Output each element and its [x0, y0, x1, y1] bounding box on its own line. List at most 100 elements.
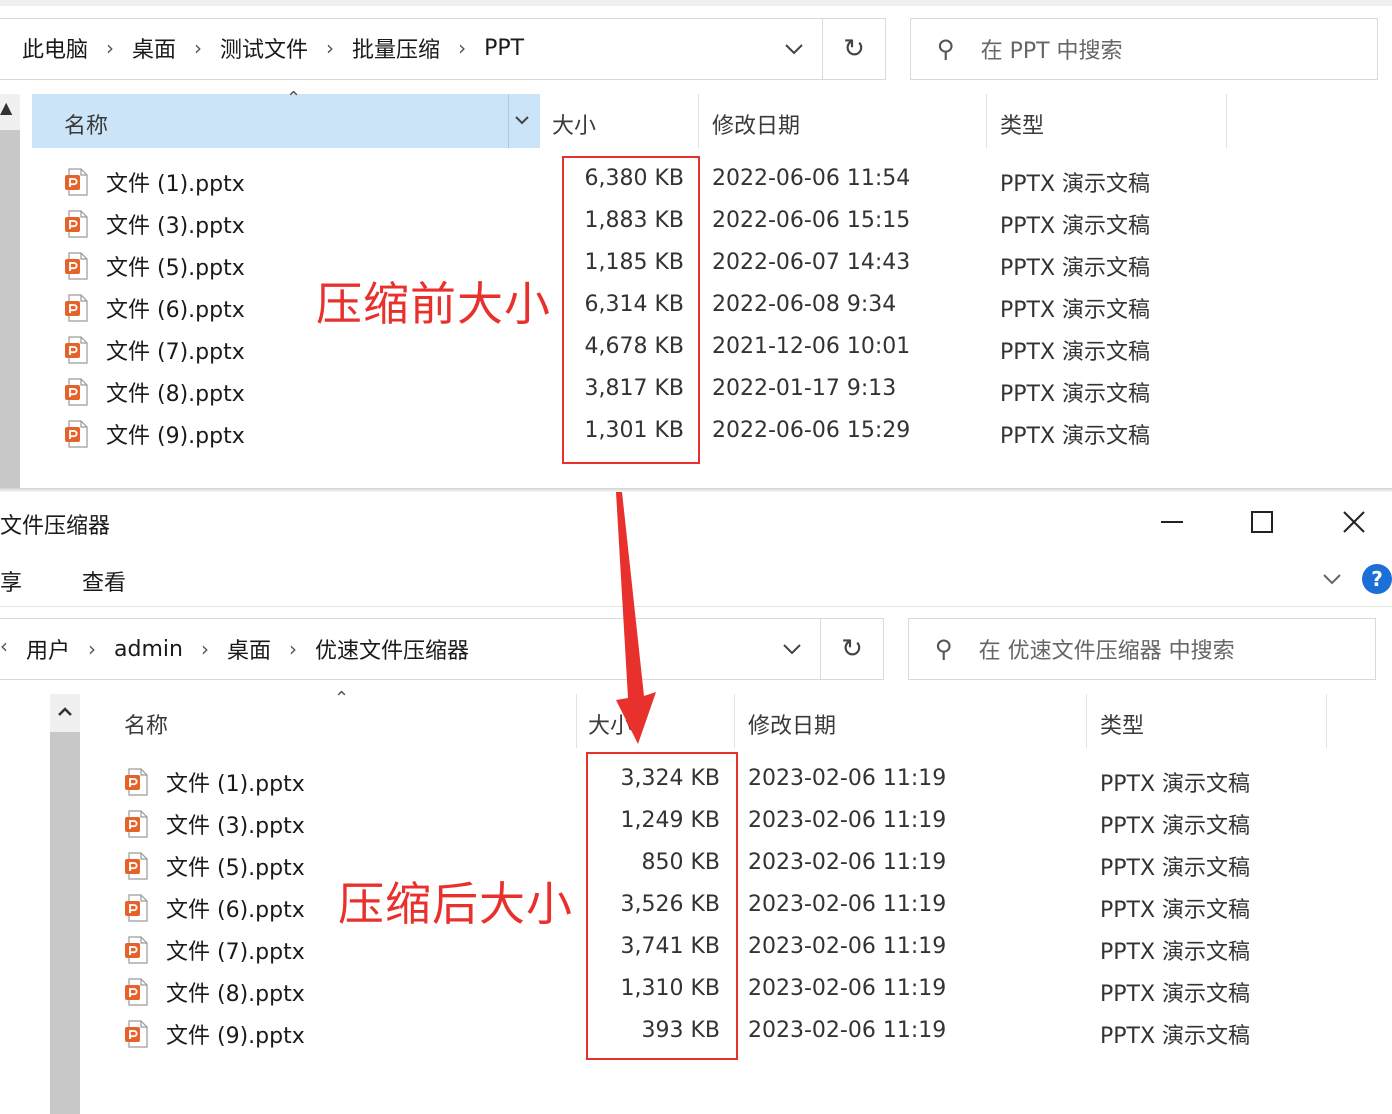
- top-refresh-button[interactable]: ↻: [822, 18, 886, 80]
- crumb-ppt[interactable]: PPT: [484, 36, 524, 61]
- sort-ascending-icon: ⌃: [286, 88, 302, 109]
- maximize-button[interactable]: [1238, 500, 1286, 544]
- bottom-col-modified[interactable]: 修改日期: [748, 708, 836, 740]
- file-modified: 2022-01-17 9:13: [712, 376, 897, 401]
- bottom-col-sep: [1326, 694, 1327, 748]
- pptx-file-icon: [65, 252, 88, 280]
- file-type: PPTX 演示文稿: [1100, 856, 1251, 881]
- top-edge: [0, 0, 1392, 6]
- top-size-highlight-box: [562, 156, 700, 464]
- file-name: 文件 (6).pptx: [106, 298, 245, 323]
- help-icon[interactable]: ?: [1362, 564, 1392, 594]
- file-modified: 2022-06-08 9:34: [712, 292, 897, 317]
- file-type: PPTX 演示文稿: [1000, 172, 1151, 197]
- bottom-search-placeholder: 在 优速文件压缩器 中搜索: [978, 639, 1235, 664]
- crumb-batch-compress[interactable]: 批量压缩: [352, 32, 440, 64]
- crumb-desktop[interactable]: 桌面: [132, 32, 176, 64]
- top-col-sep: [1226, 94, 1227, 148]
- crumb-this-pc[interactable]: 此电脑: [22, 32, 88, 64]
- crumb-admin[interactable]: admin: [114, 637, 183, 662]
- file-modified: 2023-02-06 11:19: [748, 934, 947, 959]
- search-icon: ⚲: [937, 35, 955, 63]
- top-col-type[interactable]: 类型: [1000, 108, 1044, 140]
- file-modified: 2022-06-07 14:43: [712, 250, 911, 275]
- crumb-separator-icon: ›: [88, 637, 97, 661]
- crumb-separator-icon: ›: [458, 36, 467, 60]
- compression-arrow-icon: [616, 492, 656, 744]
- pptx-file-icon: [65, 420, 88, 448]
- minimize-button[interactable]: [1148, 500, 1196, 544]
- top-search-box[interactable]: ⚲ 在 PPT 中搜索: [910, 18, 1378, 80]
- file-modified: 2023-02-06 11:19: [748, 808, 947, 833]
- crumb-compressor[interactable]: 优速文件压缩器: [315, 633, 469, 665]
- scroll-up-button[interactable]: [50, 694, 80, 730]
- file-type: PPTX 演示文稿: [1100, 814, 1251, 839]
- close-icon: [1343, 511, 1365, 533]
- pptx-file-icon: [125, 1020, 148, 1048]
- file-type: PPTX 演示文稿: [1000, 256, 1151, 281]
- top-address-dropdown[interactable]: [770, 26, 818, 72]
- menu-view[interactable]: 查看: [82, 565, 126, 597]
- file-modified: 2023-02-06 11:19: [748, 976, 947, 1001]
- file-type: PPTX 演示文稿: [1100, 772, 1251, 797]
- top-col-size[interactable]: 大小: [552, 108, 596, 140]
- file-name: 文件 (9).pptx: [106, 424, 245, 449]
- file-name: 文件 (3).pptx: [106, 214, 245, 239]
- chevron-left-icon: ‹: [0, 634, 8, 658]
- bottom-search-box[interactable]: ⚲ 在 优速文件压缩器 中搜索: [908, 618, 1376, 680]
- file-type: PPTX 演示文稿: [1000, 298, 1151, 323]
- pptx-file-icon: [125, 852, 148, 880]
- top-col-name[interactable]: 名称: [64, 108, 108, 140]
- menu-share[interactable]: 享: [0, 565, 22, 597]
- crumb-test-files[interactable]: 测试文件: [220, 32, 308, 64]
- pptx-file-icon: [125, 810, 148, 838]
- file-modified: 2023-02-06 11:19: [748, 766, 947, 791]
- file-name: 文件 (8).pptx: [106, 382, 245, 407]
- pptx-file-icon: [65, 168, 88, 196]
- top-col-sep: [698, 94, 699, 148]
- close-button[interactable]: [1330, 500, 1378, 544]
- ribbon-expand-button[interactable]: [1322, 570, 1342, 589]
- bottom-size-highlight-box: [586, 752, 738, 1060]
- top-size-annotation: 压缩前大小: [316, 277, 551, 331]
- file-name: 文件 (3).pptx: [166, 814, 305, 839]
- pptx-file-icon: [125, 936, 148, 964]
- file-type: PPTX 演示文稿: [1100, 1024, 1251, 1049]
- top-breadcrumb: 此电脑 › 桌面 › 测试文件 › 批量压缩 › PPT: [22, 32, 524, 64]
- bottom-col-type[interactable]: 类型: [1100, 708, 1144, 740]
- bottom-address-dropdown[interactable]: [768, 626, 816, 672]
- file-name: 文件 (1).pptx: [106, 172, 245, 197]
- pptx-file-icon: [65, 378, 88, 406]
- window-divider: [0, 488, 1392, 492]
- crumb-users[interactable]: 用户: [26, 633, 70, 665]
- file-name: 文件 (1).pptx: [166, 772, 305, 797]
- maximize-icon: [1251, 511, 1273, 533]
- file-modified: 2023-02-06 11:19: [748, 1018, 947, 1043]
- file-name: 文件 (6).pptx: [166, 898, 305, 923]
- chevron-down-icon: [785, 44, 803, 55]
- crumb-desktop[interactable]: 桌面: [227, 633, 271, 665]
- bottom-refresh-button[interactable]: ↻: [820, 618, 884, 680]
- file-type: PPTX 演示文稿: [1000, 424, 1151, 449]
- pptx-file-icon: [125, 894, 148, 922]
- window-title: 文件压缩器: [0, 514, 111, 539]
- file-modified: 2022-06-06 15:15: [712, 208, 911, 233]
- bottom-col-name[interactable]: 名称: [124, 708, 168, 740]
- file-type: PPTX 演示文稿: [1000, 214, 1151, 239]
- crumb-separator-icon: ›: [326, 36, 335, 60]
- file-type: PPTX 演示文稿: [1100, 898, 1251, 923]
- top-name-filter-button[interactable]: [514, 110, 530, 129]
- bottom-col-sep: [734, 694, 735, 748]
- top-col-modified[interactable]: 修改日期: [712, 108, 800, 140]
- crumb-separator-icon: ›: [288, 637, 297, 661]
- pptx-file-icon: [125, 978, 148, 1006]
- bottom-size-annotation: 压缩后大小: [338, 877, 573, 931]
- pptx-file-icon: [125, 768, 148, 796]
- bottom-col-sep: [576, 694, 577, 748]
- top-col-sep: [986, 94, 987, 148]
- file-name: 文件 (7).pptx: [106, 340, 245, 365]
- scroll-up-icon[interactable]: ▲: [0, 98, 16, 126]
- ribbon-divider: [0, 606, 1392, 607]
- crumb-separator-icon: ›: [106, 36, 115, 60]
- file-modified: 2022-06-06 11:54: [712, 166, 911, 191]
